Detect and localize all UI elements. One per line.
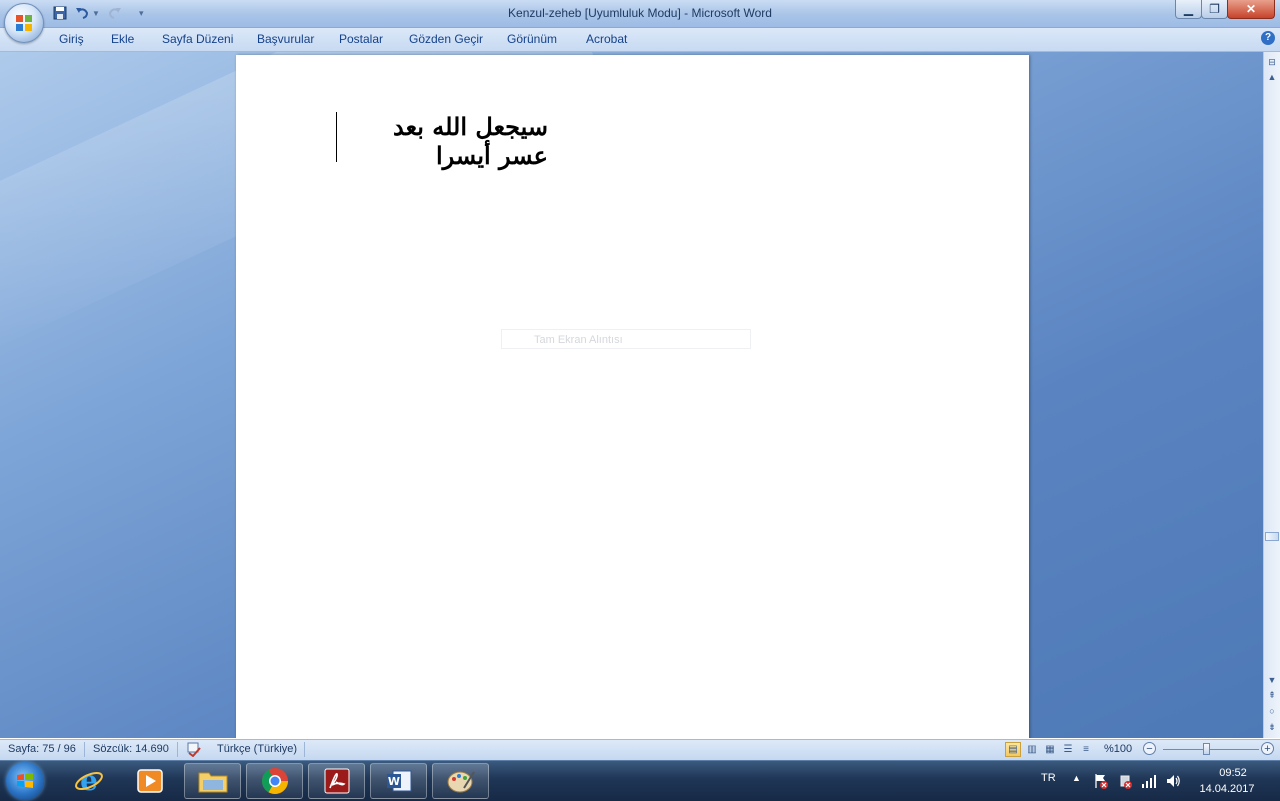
- svg-text:W: W: [387, 775, 399, 788]
- windows-logo-icon: [17, 773, 33, 788]
- zoom-in-button[interactable]: +: [1261, 742, 1274, 755]
- next-page-button[interactable]: ⇟: [1265, 721, 1279, 733]
- office-logo-icon: [16, 15, 32, 31]
- show-hidden-icons[interactable]: ▲: [1072, 773, 1081, 783]
- tab-gorunum[interactable]: Görünüm: [507, 32, 557, 46]
- tab-postalar[interactable]: Postalar: [339, 32, 383, 46]
- print-layout-view-button[interactable]: ▤: [1005, 742, 1021, 757]
- taskbar-word[interactable]: W: [370, 763, 427, 799]
- ruler-toggle-icon[interactable]: ⊟: [1265, 56, 1279, 68]
- screenshot-tooltip: Tam Ekran Alıntısı: [501, 329, 751, 349]
- zoom-out-button[interactable]: −: [1143, 742, 1156, 755]
- acrobat-reader-icon: [324, 768, 349, 794]
- svg-text:e: e: [80, 766, 98, 796]
- scroll-thumb[interactable]: [1265, 532, 1279, 541]
- arabic-text-line[interactable]: سيجعل الله بعد عسر أيسرا: [336, 112, 548, 170]
- clock-time[interactable]: 09:52: [1199, 767, 1267, 779]
- proofing-icon[interactable]: [186, 742, 202, 757]
- tab-ekle[interactable]: Ekle: [111, 32, 134, 46]
- chrome-icon: [261, 768, 288, 795]
- tab-acrobat[interactable]: Acrobat: [586, 32, 627, 46]
- network-signal-icon[interactable]: [1141, 773, 1157, 789]
- paint-icon: [447, 771, 475, 793]
- document-page[interactable]: سيجعل الله بعد عسر أيسرا Tam Ekran Alınt…: [236, 55, 1029, 738]
- previous-page-button[interactable]: ⇞: [1265, 689, 1279, 701]
- tray-language[interactable]: TR: [1041, 772, 1056, 784]
- outline-view-button[interactable]: ☰: [1060, 742, 1076, 757]
- word-count[interactable]: Sözcük: 14.690: [93, 743, 169, 755]
- taskbar-file-explorer[interactable]: [184, 763, 241, 799]
- taskbar: e W TR ▲ 09:52 14.04.2017: [0, 760, 1280, 801]
- status-divider: [304, 742, 305, 757]
- minimize-icon: ▁: [1183, 2, 1194, 16]
- office-button[interactable]: [4, 3, 44, 43]
- status-divider: [84, 742, 85, 757]
- folder-icon: [198, 772, 227, 793]
- scroll-down-button[interactable]: ▼: [1265, 674, 1279, 686]
- volume-icon[interactable]: [1165, 773, 1181, 789]
- safely-remove-hardware-icon[interactable]: [1117, 773, 1133, 789]
- close-button[interactable]: ✕: [1227, 0, 1275, 19]
- browse-object-button[interactable]: ○: [1265, 705, 1279, 717]
- action-center-flag-icon[interactable]: [1093, 773, 1109, 789]
- tab-gozden-gecir[interactable]: Gözden Geçir: [409, 32, 483, 46]
- ribbon-tabs: Giriş Ekle Sayfa Düzeni Başvurular Posta…: [0, 28, 1280, 52]
- taskbar-media-player[interactable]: [121, 763, 178, 799]
- window-title: Kenzul-zeheb [Uyumluluk Modu] - Microsof…: [508, 6, 772, 20]
- vertical-scrollbar[interactable]: ⊟ ▲ ▼ ⇞ ○ ⇟: [1263, 52, 1280, 738]
- web-layout-button[interactable]: ▦: [1042, 742, 1058, 757]
- taskbar-chrome[interactable]: [246, 763, 303, 799]
- taskbar-internet-explorer[interactable]: e: [60, 763, 117, 799]
- full-screen-reading-button[interactable]: ▥: [1024, 742, 1040, 757]
- restore-button[interactable]: ❐: [1201, 0, 1228, 19]
- word-icon: W: [386, 770, 411, 792]
- tab-giris[interactable]: Giriş: [59, 32, 84, 46]
- taskbar-acrobat[interactable]: [308, 763, 365, 799]
- close-icon: ✕: [1245, 2, 1257, 16]
- document-area: سيجعل الله بعد عسر أيسرا Tam Ekran Alınt…: [0, 52, 1263, 738]
- zoom-level[interactable]: %100: [1104, 743, 1132, 755]
- language-indicator[interactable]: Türkçe (Türkiye): [217, 743, 297, 755]
- zoom-slider-track[interactable]: [1163, 749, 1259, 750]
- scroll-up-button[interactable]: ▲: [1265, 71, 1279, 83]
- clock-date[interactable]: 14.04.2017: [1193, 783, 1261, 795]
- start-button[interactable]: [6, 762, 44, 800]
- help-icon[interactable]: ?: [1261, 31, 1275, 45]
- draft-view-button[interactable]: ≡: [1078, 742, 1094, 757]
- status-bar: Sayfa: 75 / 96 Sözcük: 14.690 Türkçe (Tü…: [0, 739, 1280, 760]
- internet-explorer-icon: e: [74, 766, 103, 796]
- zoom-slider-thumb[interactable]: [1203, 743, 1210, 755]
- status-divider: [177, 742, 178, 757]
- tab-sayfa-duzeni[interactable]: Sayfa Düzeni: [162, 32, 233, 46]
- media-player-icon: [136, 769, 163, 793]
- tab-basvurular[interactable]: Başvurular: [257, 32, 314, 46]
- minimize-button[interactable]: ▁: [1175, 0, 1202, 19]
- restore-icon: ❐: [1209, 2, 1220, 16]
- title-bar: ▼ ▾ Kenzul-zeheb [Uyumluluk Modu] - Micr…: [0, 0, 1280, 43]
- taskbar-paint[interactable]: [432, 763, 489, 799]
- page-count[interactable]: Sayfa: 75 / 96: [8, 743, 76, 755]
